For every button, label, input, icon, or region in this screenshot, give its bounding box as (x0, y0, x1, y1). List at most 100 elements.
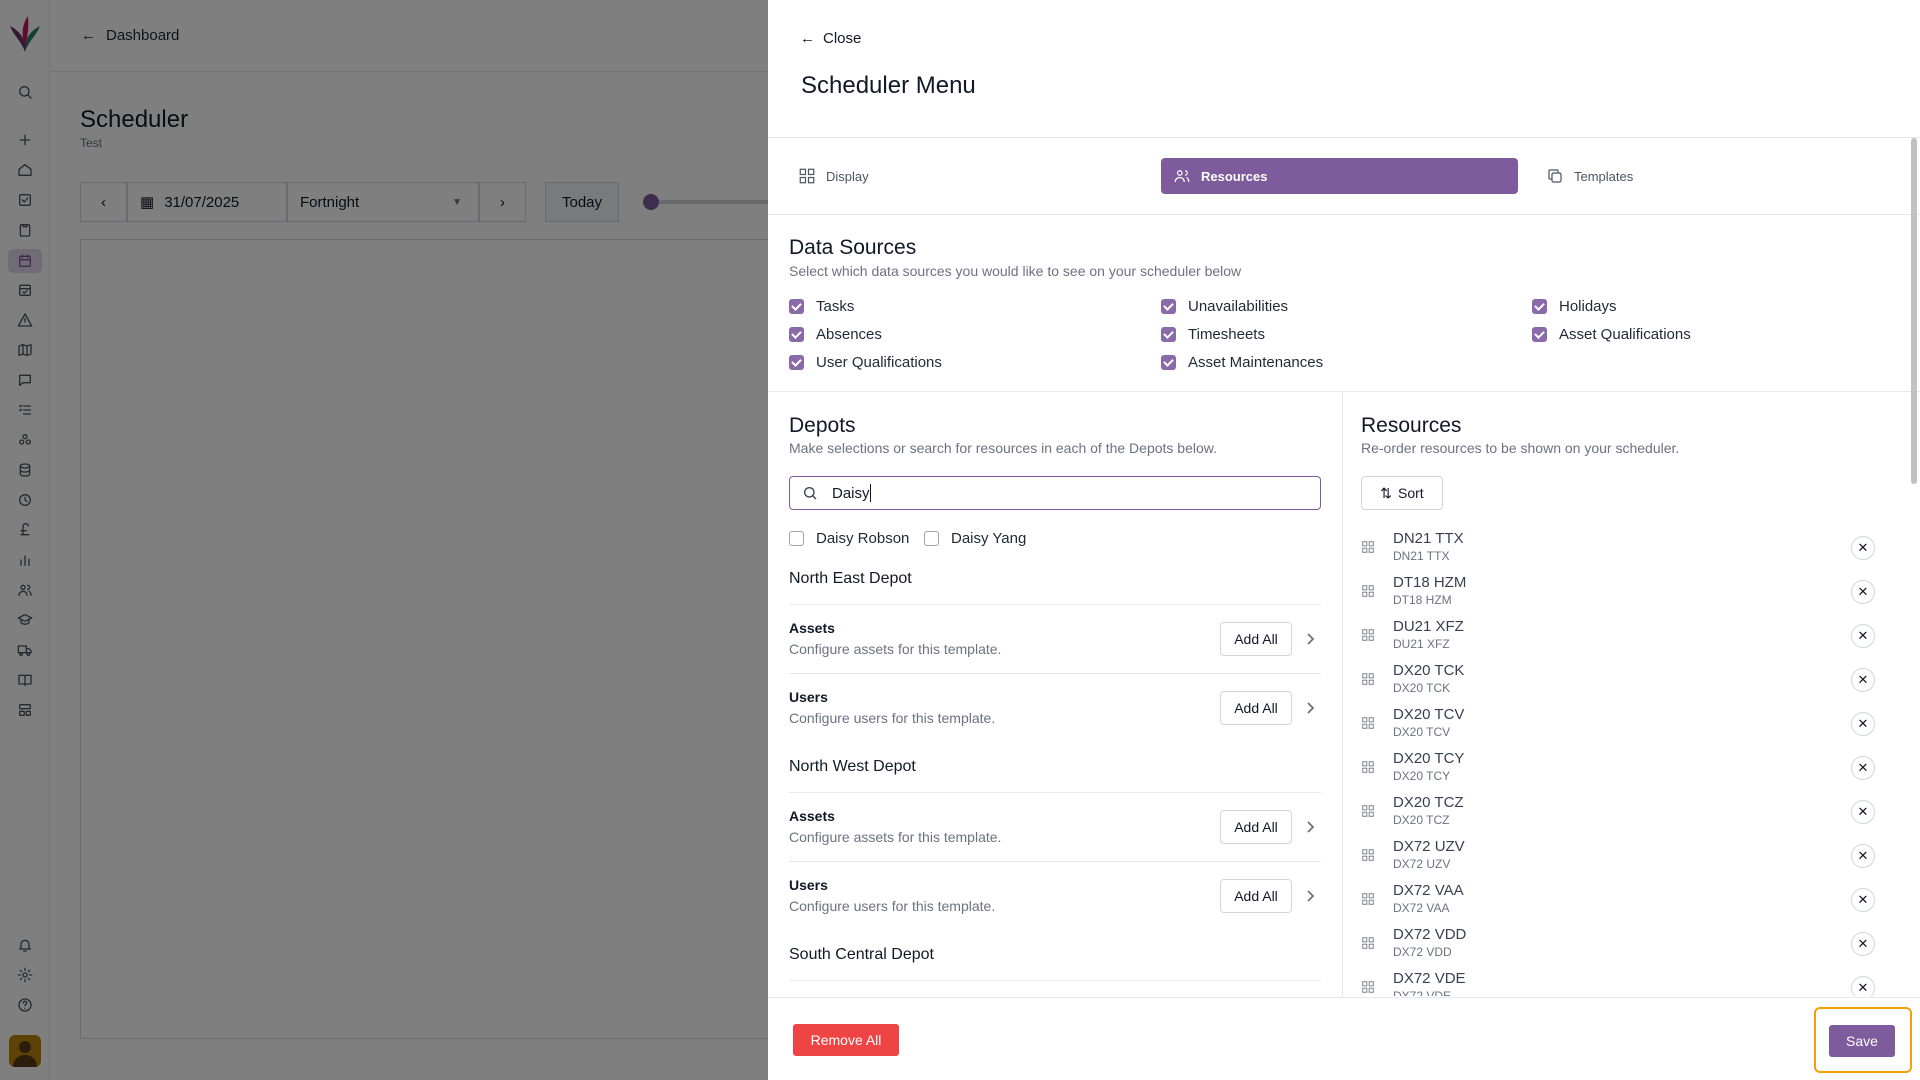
row-subtitle: Configure assets for this template. (789, 641, 1002, 657)
add-all-button[interactable]: Add All (1220, 691, 1292, 725)
tab-label: Templates (1574, 168, 1634, 184)
resource-item[interactable]: DX72 VAA DX72 VAA ✕ (1361, 878, 1881, 922)
resource-item[interactable]: DX20 TCZ DX20 TCZ ✕ (1361, 790, 1881, 834)
data-sources-subtitle: Select which data sources you would like… (789, 263, 1242, 279)
depot-search-input[interactable]: Daisy (789, 476, 1321, 510)
resource-item[interactable]: DX72 VDD DX72 VDD ✕ (1361, 922, 1881, 966)
checkbox-label: User Qualifications (816, 354, 942, 371)
chevron-right-icon[interactable] (1304, 701, 1316, 715)
remove-resource-button[interactable]: ✕ (1851, 668, 1875, 692)
tab-templates[interactable]: Templates (1534, 158, 1890, 194)
resource-name: DX72 VDD (1393, 926, 1467, 943)
checkbox-label: Asset Qualifications (1559, 326, 1691, 343)
result-daisy-robson[interactable]: Daisy Robson (789, 530, 909, 547)
drag-handle-icon[interactable] (1361, 628, 1377, 644)
sort-label: Sort (1398, 485, 1424, 501)
resource-item[interactable]: DN21 TTX DN21 TTX ✕ (1361, 526, 1881, 570)
modal-backdrop[interactable] (0, 0, 768, 1080)
checkbox[interactable] (1161, 355, 1176, 370)
divider (789, 861, 1321, 862)
resources-title: Resources (1361, 414, 1462, 437)
depot-name: South Central Depot (789, 946, 934, 963)
drag-handle-icon[interactable] (1361, 980, 1377, 996)
add-all-button[interactable]: Add All (1220, 622, 1292, 656)
chevron-right-icon[interactable] (1304, 632, 1316, 646)
row-subtitle: Configure users for this template. (789, 710, 996, 726)
scrollbar[interactable] (1911, 138, 1917, 484)
checkbox-holidays[interactable]: Holidays (1532, 298, 1617, 315)
checkbox[interactable] (789, 355, 804, 370)
remove-all-button[interactable]: Remove All (793, 1024, 899, 1056)
chevron-right-icon[interactable] (1304, 889, 1316, 903)
resource-item[interactable]: DX20 TCV DX20 TCV ✕ (1361, 702, 1881, 746)
resource-item[interactable]: DT18 HZM DT18 HZM ✕ (1361, 570, 1881, 614)
resource-item[interactable]: DU21 XFZ DU21 XFZ ✕ (1361, 614, 1881, 658)
checkbox[interactable] (789, 327, 804, 342)
depot-name: North East Depot (789, 570, 912, 587)
checkbox-absences[interactable]: Absences (789, 326, 882, 343)
column-divider (1342, 392, 1343, 997)
depot-name: North West Depot (789, 758, 916, 775)
resource-code: DX72 VAA (1393, 901, 1450, 915)
resource-item[interactable]: DX20 TCK DX20 TCK ✕ (1361, 658, 1881, 702)
remove-resource-button[interactable]: ✕ (1851, 932, 1875, 956)
drag-handle-icon[interactable] (1361, 716, 1377, 732)
resource-item[interactable]: DX72 UZV DX72 UZV ✕ (1361, 834, 1881, 878)
add-all-button[interactable]: Add All (1220, 879, 1292, 913)
checkbox-tasks[interactable]: Tasks (789, 298, 854, 315)
divider (789, 792, 1321, 793)
remove-resource-button[interactable]: ✕ (1851, 536, 1875, 560)
checkbox-user-qualifications[interactable]: User Qualifications (789, 354, 942, 371)
drag-handle-icon[interactable] (1361, 672, 1377, 688)
resource-item[interactable]: DX72 VDE DX72 VDE ✕ (1361, 966, 1881, 996)
checkbox-timesheets[interactable]: Timesheets (1161, 326, 1265, 343)
resource-list: DN21 TTX DN21 TTX ✕ DT18 HZM DT18 HZM ✕ DU21 X… (1361, 526, 1881, 996)
copy-icon (1548, 169, 1562, 183)
result-daisy-yang[interactable]: Daisy Yang (924, 530, 1026, 547)
divider (789, 673, 1321, 674)
resource-item[interactable]: DX20 TCY DX20 TCY ✕ (1361, 746, 1881, 790)
remove-resource-button[interactable]: ✕ (1851, 888, 1875, 912)
tab-resources[interactable]: Resources (1161, 158, 1518, 194)
panel-title: Scheduler Menu (801, 72, 976, 99)
checkbox[interactable] (1532, 299, 1547, 314)
checkbox-asset-maintenances[interactable]: Asset Maintenances (1161, 354, 1323, 371)
drag-handle-icon[interactable] (1361, 848, 1377, 864)
remove-resource-button[interactable]: ✕ (1851, 580, 1875, 604)
add-all-button[interactable]: Add All (1220, 810, 1292, 844)
close-label: Close (823, 30, 862, 47)
drag-handle-icon[interactable] (1361, 540, 1377, 556)
tab-display[interactable]: Display (786, 158, 1142, 194)
resource-name: DX72 VDE (1393, 970, 1466, 987)
chevron-right-icon[interactable] (1304, 820, 1316, 834)
checkbox[interactable] (1532, 327, 1547, 342)
drag-handle-icon[interactable] (1361, 584, 1377, 600)
checkbox[interactable] (1161, 327, 1176, 342)
remove-resource-button[interactable]: ✕ (1851, 844, 1875, 868)
remove-resource-button[interactable]: ✕ (1851, 712, 1875, 736)
remove-resource-button[interactable]: ✕ (1851, 756, 1875, 780)
checkbox-asset-qualifications[interactable]: Asset Qualifications (1532, 326, 1691, 343)
resource-code: DX72 UZV (1393, 857, 1451, 871)
resource-name: DX20 TCK (1393, 662, 1465, 679)
drag-handle-icon[interactable] (1361, 892, 1377, 908)
checkbox[interactable] (789, 531, 804, 546)
close-button[interactable]: ← Close (800, 30, 861, 47)
remove-resource-button[interactable]: ✕ (1851, 976, 1875, 996)
sort-button[interactable]: ⇅ Sort (1361, 476, 1443, 510)
checkbox-label: Absences (816, 326, 882, 343)
remove-resource-button[interactable]: ✕ (1851, 624, 1875, 648)
checkbox-unavailabilities[interactable]: Unavailabilities (1161, 298, 1288, 315)
checkbox[interactable] (924, 531, 939, 546)
row-title: Users (789, 689, 828, 705)
drag-handle-icon[interactable] (1361, 936, 1377, 952)
drag-handle-icon[interactable] (1361, 760, 1377, 776)
row-subtitle: Configure users for this template. (789, 898, 996, 914)
drag-handle-icon[interactable] (1361, 804, 1377, 820)
checkbox[interactable] (1161, 299, 1176, 314)
checkbox[interactable] (789, 299, 804, 314)
resource-name: DX20 TCV (1393, 706, 1465, 723)
save-button[interactable]: Save (1829, 1025, 1895, 1057)
checkbox-label: Tasks (816, 298, 855, 315)
remove-resource-button[interactable]: ✕ (1851, 800, 1875, 824)
